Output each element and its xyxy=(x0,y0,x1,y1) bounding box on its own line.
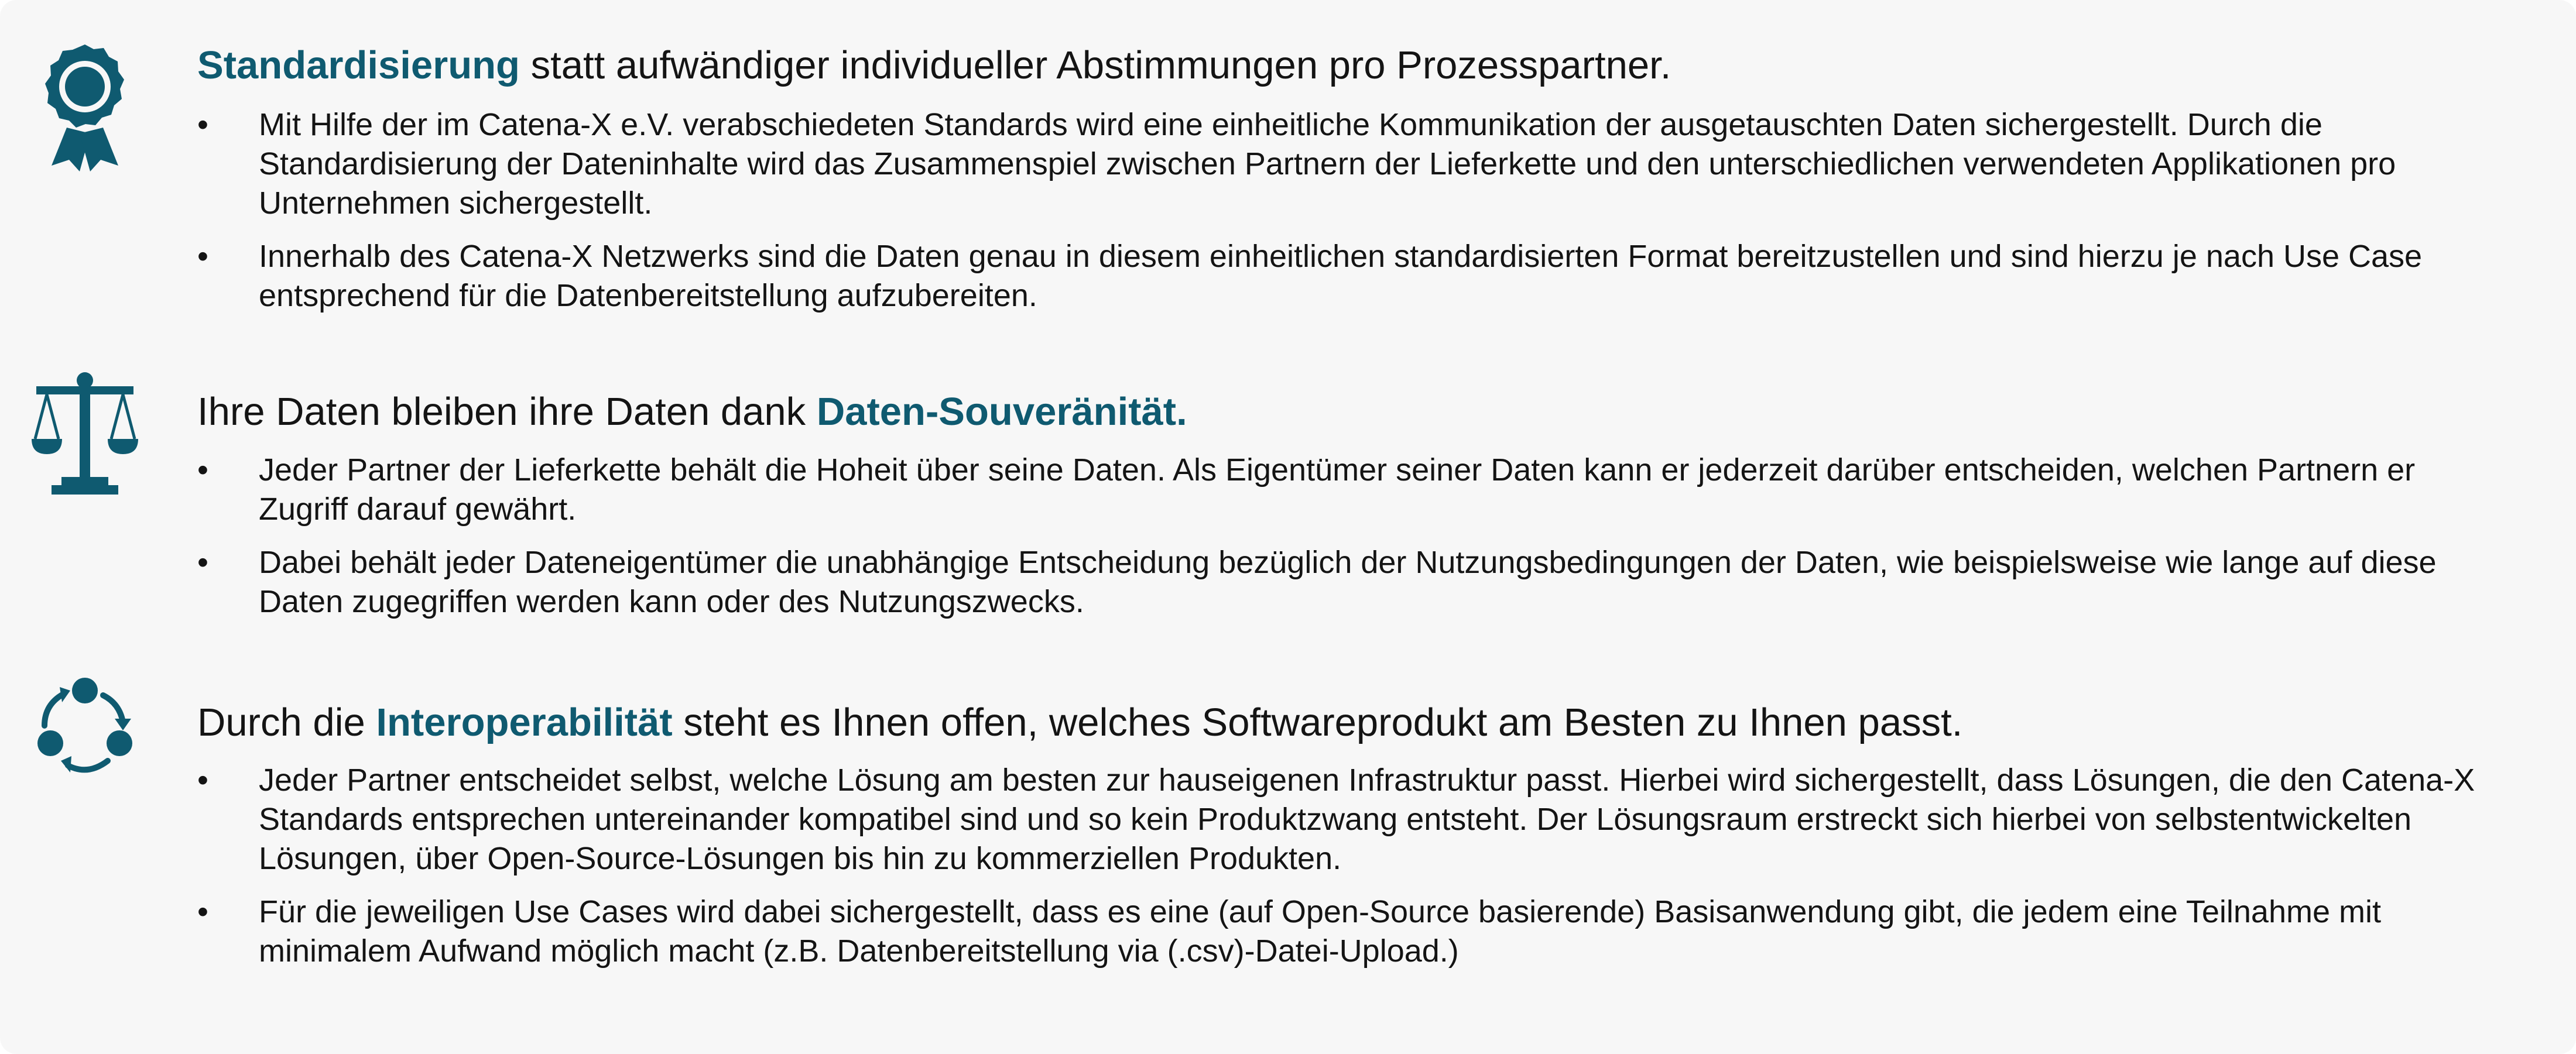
section-heading: Standardisierung statt aufwändiger indiv… xyxy=(197,42,1671,89)
bullet-text: Mit Hilfe der im Catena-X e.V. verabschi… xyxy=(259,107,2396,221)
bullet-marker: • xyxy=(197,107,208,142)
section-heading: Ihre Daten bleiben ihre Daten dank Daten… xyxy=(197,389,1187,435)
heading-text-after: steht es Ihnen offen, welches Softwarepr… xyxy=(672,701,1963,744)
bullet-marker: • xyxy=(197,763,208,798)
heading-text-after: statt aufwändiger individueller Abstimmu… xyxy=(519,43,1671,87)
bullet-list: • Jeder Partner der Lieferkette behält d… xyxy=(197,451,2481,636)
bullet-marker: • xyxy=(197,239,208,274)
bullet-list: • Mit Hilfe der im Catena-X e.V. verabsc… xyxy=(197,105,2481,329)
bullet-list: • Jeder Partner entscheidet selbst, welc… xyxy=(197,761,2481,985)
scales-of-justice-icon xyxy=(29,369,141,503)
bullet-text: Für die jeweiligen Use Cases wird dabei … xyxy=(259,894,2381,969)
list-item: • Mit Hilfe der im Catena-X e.V. verabsc… xyxy=(197,105,2481,223)
list-item: • Jeder Partner entscheidet selbst, welc… xyxy=(197,761,2481,878)
list-item: • Jeder Partner der Lieferkette behält d… xyxy=(197,451,2481,529)
award-rosette-icon xyxy=(29,40,141,174)
list-item: • Dabei behält jeder Dateneigentümer die… xyxy=(197,543,2481,622)
bullet-marker: • xyxy=(197,545,208,580)
bullet-text: Dabei behält jeder Dateneigentümer die u… xyxy=(259,545,2437,619)
bullet-text: Jeder Partner entscheidet selbst, welche… xyxy=(259,763,2475,876)
bullet-marker: • xyxy=(197,452,208,487)
bullet-text: Jeder Partner der Lieferkette behält die… xyxy=(259,452,2416,527)
cycle-arrows-icon xyxy=(29,673,141,808)
heading-text-before: Durch die xyxy=(197,701,376,744)
info-panel: Standardisierung statt aufwändiger indiv… xyxy=(0,0,2576,1054)
section-heading: Durch die Interoperabilität steht es Ihn… xyxy=(197,699,1962,746)
list-item: • Für die jeweiligen Use Cases wird dabe… xyxy=(197,892,2481,971)
list-item: • Innerhalb des Catena-X Netzwerks sind … xyxy=(197,237,2481,315)
bullet-marker: • xyxy=(197,894,208,929)
heading-text-before: Ihre Daten bleiben ihre Daten dank xyxy=(197,390,817,434)
heading-highlight: Standardisierung xyxy=(197,43,520,87)
heading-highlight: Daten-Souveränität. xyxy=(816,390,1187,434)
bullet-text: Innerhalb des Catena-X Netzwerks sind di… xyxy=(259,239,2423,313)
heading-highlight: Interoperabilität xyxy=(376,701,673,744)
